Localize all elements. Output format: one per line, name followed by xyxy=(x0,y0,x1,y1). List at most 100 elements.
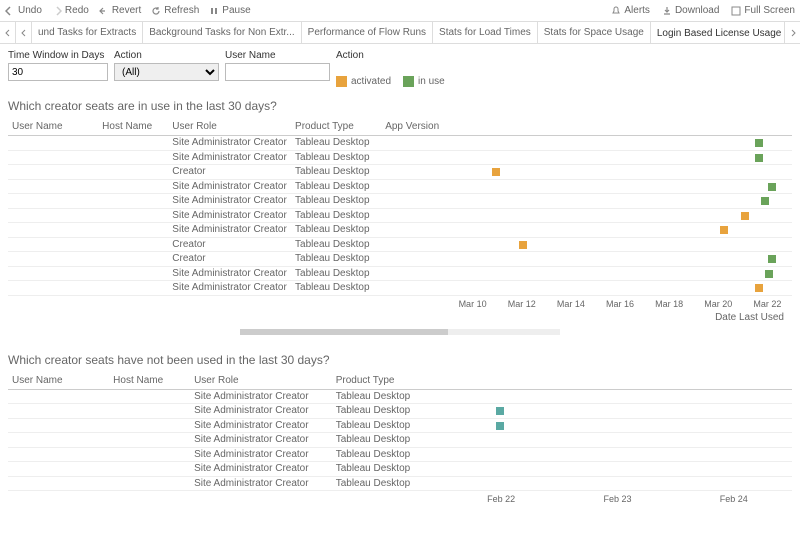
section1-table: User NameHost NameUser RoleProduct TypeA… xyxy=(0,121,800,335)
tab-1[interactable]: Background Tasks for Non Extr... xyxy=(143,22,301,43)
tab-4[interactable]: Stats for Space Usage xyxy=(538,22,651,43)
section2-title: Which creator seats have not been used i… xyxy=(0,347,800,375)
legend-activated-label: activated xyxy=(351,76,391,87)
axis-tick: Feb 23 xyxy=(559,494,675,504)
filter-user: User Name xyxy=(225,50,330,81)
tab-3[interactable]: Stats for Load Times xyxy=(433,22,538,43)
tab-2[interactable]: Performance of Flow Runs xyxy=(302,22,433,43)
undo-icon xyxy=(5,6,15,16)
redo-button[interactable]: Redo xyxy=(52,5,89,16)
table-row[interactable]: Site Administrator CreatorTableau Deskto… xyxy=(8,179,792,194)
chevron-left-icon xyxy=(4,29,12,37)
axis-tick: Mar 12 xyxy=(497,299,546,309)
user-name-label: User Name xyxy=(225,50,330,61)
time-window-label: Time Window in Days xyxy=(8,50,108,61)
chevron-right-icon xyxy=(789,29,797,37)
alerts-button[interactable]: Alerts xyxy=(611,5,650,16)
chevron-left-icon xyxy=(20,29,28,37)
table-row[interactable]: Site Administrator CreatorTableau Deskto… xyxy=(8,447,792,462)
table-row[interactable]: Site Administrator CreatorTableau Deskto… xyxy=(8,462,792,477)
download-label: Download xyxy=(675,5,719,16)
fullscreen-button[interactable]: Full Screen xyxy=(731,5,795,16)
axis-tick: Mar 22 xyxy=(743,299,792,309)
legend-inuse-label: in use xyxy=(418,76,445,87)
activated-swatch xyxy=(336,76,347,87)
table-row[interactable]: Site Administrator CreatorTableau Deskto… xyxy=(8,433,792,448)
table-row[interactable]: Site Administrator CreatorTableau Deskto… xyxy=(8,418,792,433)
tab-5[interactable]: Login Based License Usage xyxy=(651,22,784,43)
legend: Action activated in use xyxy=(336,50,445,87)
col-header[interactable]: User Name xyxy=(8,121,98,136)
axis-tick: Feb 24 xyxy=(676,494,792,504)
axis-tick: Mar 20 xyxy=(694,299,743,309)
revert-label: Revert xyxy=(112,5,141,16)
filter-time-window: Time Window in Days xyxy=(8,50,108,81)
table-row[interactable]: CreatorTableau Desktop xyxy=(8,165,792,180)
action-select[interactable]: (All) xyxy=(114,63,219,81)
undo-button[interactable]: Undo xyxy=(5,5,42,16)
col-header[interactable]: Product Type xyxy=(332,375,448,390)
table-row[interactable]: Site Administrator CreatorTableau Deskto… xyxy=(8,266,792,281)
section2-axis: Feb 22Feb 23Feb 24 xyxy=(443,491,792,504)
col-header[interactable]: App Version xyxy=(381,121,451,136)
redo-label: Redo xyxy=(65,5,89,16)
redo-icon xyxy=(52,6,62,16)
time-window-input[interactable] xyxy=(8,63,108,81)
section1-scrollbar[interactable] xyxy=(240,329,560,335)
tab-0[interactable]: und Tasks for Extracts xyxy=(32,22,143,43)
pause-label: Pause xyxy=(222,5,250,16)
axis-tick: Mar 18 xyxy=(645,299,694,309)
pause-icon xyxy=(209,6,219,16)
section1-title: Which creator seats are in use in the la… xyxy=(0,93,800,121)
section1-axis-label: Date Last Used xyxy=(448,309,792,323)
toolbar: Undo Redo Revert Refresh Pause Alerts Do… xyxy=(0,0,800,22)
table-row[interactable]: CreatorTableau Desktop xyxy=(8,252,792,267)
table-row[interactable]: Site Administrator CreatorTableau Deskto… xyxy=(8,136,792,151)
section2-table: User NameHost NameUser RoleProduct Type … xyxy=(0,375,800,505)
revert-button[interactable]: Revert xyxy=(99,5,141,16)
filter-action: Action (All) xyxy=(114,50,219,81)
table-row[interactable]: Site Administrator CreatorTableau Deskto… xyxy=(8,476,792,491)
col-header[interactable]: Host Name xyxy=(98,121,168,136)
col-header[interactable]: User Role xyxy=(168,121,291,136)
col-header[interactable]: Product Type xyxy=(291,121,381,136)
alerts-label: Alerts xyxy=(624,5,650,16)
undo-label: Undo xyxy=(18,5,42,16)
col-header[interactable]: User Role xyxy=(190,375,332,390)
table-row[interactable]: Site Administrator CreatorTableau Deskto… xyxy=(8,223,792,238)
fullscreen-label: Full Screen xyxy=(744,5,795,16)
table-row[interactable]: Site Administrator CreatorTableau Deskto… xyxy=(8,389,792,404)
filter-bar: Time Window in Days Action (All) User Na… xyxy=(0,44,800,93)
table-row[interactable]: Site Administrator CreatorTableau Deskto… xyxy=(8,208,792,223)
table-row[interactable]: CreatorTableau Desktop xyxy=(8,237,792,252)
legend-item-activated: activated xyxy=(336,76,391,87)
axis-tick: Mar 14 xyxy=(546,299,595,309)
section1-axis: Mar 10Mar 12Mar 14Mar 16Mar 18Mar 20Mar … xyxy=(448,296,792,309)
download-button[interactable]: Download xyxy=(662,5,719,16)
legend-label: Action xyxy=(336,50,445,61)
alerts-icon xyxy=(611,6,621,16)
pause-button[interactable]: Pause xyxy=(209,5,250,16)
inuse-swatch xyxy=(403,76,414,87)
refresh-button[interactable]: Refresh xyxy=(151,5,199,16)
tab-scroll-left[interactable] xyxy=(0,22,16,43)
col-header[interactable]: Host Name xyxy=(109,375,190,390)
table-row[interactable]: Site Administrator CreatorTableau Deskto… xyxy=(8,281,792,296)
table-row[interactable]: Site Administrator CreatorTableau Deskto… xyxy=(8,404,792,419)
fullscreen-icon xyxy=(731,6,741,16)
legend-item-inuse: in use xyxy=(403,76,445,87)
axis-tick: Mar 10 xyxy=(448,299,497,309)
tab-scroll-right[interactable] xyxy=(784,22,800,43)
table-row[interactable]: Site Administrator CreatorTableau Deskto… xyxy=(8,194,792,209)
table-row[interactable]: Site Administrator CreatorTableau Deskto… xyxy=(8,150,792,165)
refresh-icon xyxy=(151,6,161,16)
tab-scroll-left-fast[interactable] xyxy=(16,22,32,43)
view-tabs: und Tasks for ExtractsBackground Tasks f… xyxy=(0,22,800,44)
revert-icon xyxy=(99,6,109,16)
refresh-label: Refresh xyxy=(164,5,199,16)
axis-tick: Feb 22 xyxy=(443,494,559,504)
download-icon xyxy=(662,6,672,16)
user-name-input[interactable] xyxy=(225,63,330,81)
col-header[interactable]: User Name xyxy=(8,375,109,390)
action-label: Action xyxy=(114,50,219,61)
